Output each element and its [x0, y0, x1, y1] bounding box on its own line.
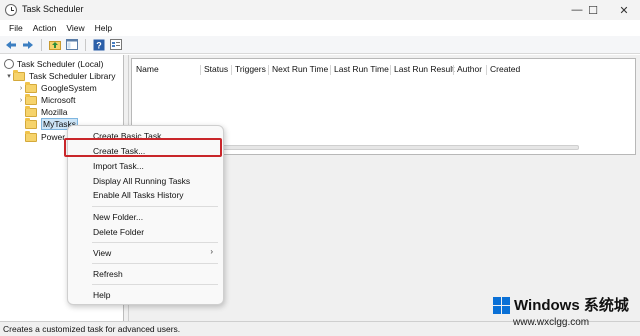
menu-view[interactable]: View: [61, 23, 89, 33]
menu-item-new-folder[interactable]: New Folder...: [93, 212, 143, 222]
window-title: Task Scheduler: [22, 4, 84, 14]
windows-logo-icon: [493, 297, 511, 315]
column-divider[interactable]: [390, 65, 391, 75]
menu-item-enable-all-tasks-history[interactable]: Enable All Tasks History: [93, 190, 184, 200]
tree-item-label: Mozilla: [41, 107, 68, 117]
menu-separator: [92, 242, 218, 243]
column-divider[interactable]: [200, 65, 201, 75]
column-header-next-run-time[interactable]: Next Run Time: [272, 64, 328, 74]
tree-item-power[interactable]: Power: [25, 130, 66, 143]
folder-icon: [25, 117, 37, 129]
tree-item-label: Power: [41, 132, 66, 142]
column-divider[interactable]: [486, 65, 487, 75]
tree-item-task-scheduler-library[interactable]: ▾ Task Scheduler Library: [5, 69, 116, 82]
chevron-right-icon: ›: [210, 247, 213, 256]
forward-arrow-icon[interactable]: [21, 38, 35, 52]
status-text: Creates a customized task for advanced u…: [3, 324, 181, 334]
column-divider[interactable]: [330, 65, 331, 75]
menu-separator: [92, 263, 218, 264]
folder-icon: [25, 81, 37, 93]
tree-item-microsoft[interactable]: › Microsoft: [17, 93, 76, 106]
column-header-status[interactable]: Status: [204, 64, 228, 74]
column-divider[interactable]: [268, 65, 269, 75]
watermark-url: www.wxclgg.com: [513, 317, 590, 328]
svg-text:?: ?: [96, 40, 102, 50]
menu-bar: File Action View Help: [0, 20, 640, 36]
tree-item-label: Task Scheduler (Local): [17, 59, 104, 69]
tree-item-task-scheduler-local[interactable]: Task Scheduler (Local): [4, 58, 103, 70]
properties-icon[interactable]: [109, 38, 123, 52]
menu-item-display-all-running-tasks[interactable]: Display All Running Tasks: [93, 176, 190, 186]
folder-icon: [13, 69, 25, 81]
task-scheduler-clock-icon: [4, 59, 14, 69]
help-icon[interactable]: ?: [92, 38, 106, 52]
menu-item-delete-folder[interactable]: Delete Folder: [93, 227, 144, 237]
folder-icon: [25, 130, 37, 142]
column-divider[interactable]: [231, 65, 232, 75]
folder-icon: [25, 105, 37, 117]
menu-file[interactable]: File: [4, 23, 28, 33]
chevron-right-icon[interactable]: ›: [17, 97, 25, 104]
tree-item-label: GoogleSystem: [41, 83, 97, 93]
toolbar: ?: [0, 36, 640, 54]
show-hide-console-tree-icon[interactable]: [65, 38, 79, 52]
menu-item-view[interactable]: View: [93, 248, 111, 258]
tree-item-googlesystem[interactable]: › GoogleSystem: [17, 81, 97, 94]
menu-separator: [92, 284, 218, 285]
title-bar: Task Scheduler — ☐ ✕: [0, 0, 640, 20]
column-header-name[interactable]: Name: [136, 64, 159, 74]
back-arrow-icon[interactable]: [4, 38, 18, 52]
folder-icon: [25, 93, 37, 105]
toolbar-separator: [41, 38, 42, 51]
column-header-author[interactable]: Author: [457, 64, 482, 74]
task-scheduler-clock-icon: [5, 4, 17, 16]
tree-item-mozilla[interactable]: Mozilla: [25, 105, 68, 118]
column-header-last-run-time[interactable]: Last Run Time: [334, 64, 389, 74]
folder-up-icon[interactable]: [48, 38, 62, 52]
column-header-created[interactable]: Created: [490, 64, 520, 74]
watermark: Windows 系统城 www.wxclgg.com: [493, 294, 638, 334]
watermark-title: Windows 系统城: [514, 297, 629, 314]
menu-item-refresh[interactable]: Refresh: [93, 269, 123, 279]
menu-separator: [92, 206, 218, 207]
tree-item-label: Microsoft: [41, 95, 76, 105]
column-header-triggers[interactable]: Triggers: [235, 64, 266, 74]
maximize-button[interactable]: ☐: [577, 0, 609, 20]
highlight-box-create-task: [64, 138, 222, 157]
tree-item-label: Task Scheduler Library: [29, 71, 116, 81]
column-header-last-run-result[interactable]: Last Run Result: [394, 64, 454, 74]
chevron-right-icon[interactable]: ›: [17, 85, 25, 92]
chevron-down-icon[interactable]: ▾: [5, 72, 13, 80]
column-divider[interactable]: [453, 65, 454, 75]
menu-item-help[interactable]: Help: [93, 290, 110, 300]
toolbar-separator: [85, 38, 86, 51]
menu-action[interactable]: Action: [28, 23, 62, 33]
close-button[interactable]: ✕: [608, 0, 640, 20]
menu-help[interactable]: Help: [90, 23, 117, 33]
menu-item-import-task[interactable]: Import Task...: [93, 161, 144, 171]
